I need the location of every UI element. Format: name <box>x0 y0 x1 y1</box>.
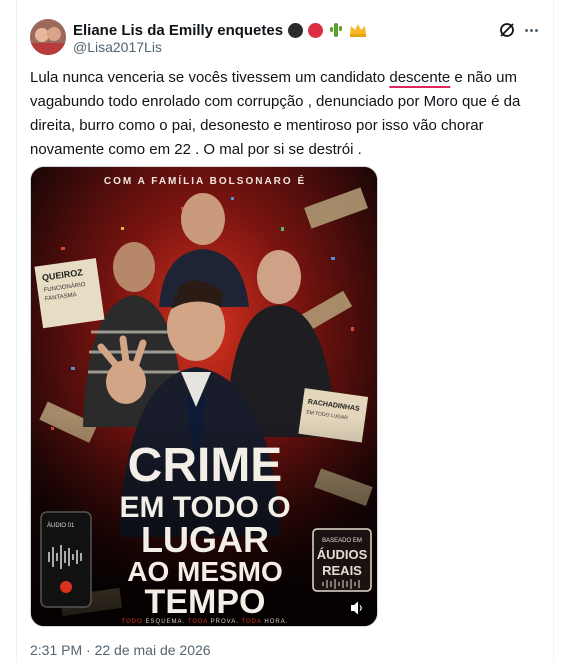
tweet-text-part-1: Lula nunca venceria se vocês tivessem um… <box>30 69 390 86</box>
red-circle-emoji <box>308 22 324 38</box>
tweet-text-misspelled: descente <box>389 69 451 86</box>
poster-title-line-3: LUGAR <box>141 519 269 560</box>
poster-tagline: COM A FAMÍLIA BOLSONARO É <box>104 174 306 187</box>
cactus-emoji <box>330 23 343 37</box>
author-row: Eliane Lis da Emilly enquetes <box>73 20 367 40</box>
black-circle-emoji <box>288 22 304 38</box>
avatar[interactable] <box>30 19 66 55</box>
badge-line-2: ÁUDIOS <box>317 547 368 562</box>
more-icon[interactable] <box>522 21 540 39</box>
handle[interactable]: @Lisa2017Lis <box>73 39 162 55</box>
poster-phone: ÁUDIO 01 <box>40 511 92 608</box>
display-name[interactable]: Eliane Lis da Emilly enquetes <box>73 22 283 39</box>
tweet-timestamp[interactable]: 2:31 PM · 22 de mai de 2026 <box>30 642 211 658</box>
badge-line-3: REAIS <box>322 563 362 578</box>
badge-line-1: BASEADO EM <box>322 538 362 544</box>
poster-badge: BASEADO EM ÁUDIOS REAIS <box>312 528 372 592</box>
poster-image[interactable]: QUEIROZ FUNCIONÁRIO FANTASMA RACHADINHAS… <box>30 166 378 627</box>
tweet-text: Lula nunca venceria se vocês tivessem um… <box>30 66 538 162</box>
poster-title-line-1: CRIME <box>128 439 283 492</box>
poster-title-line-5: TEMPO <box>145 583 266 621</box>
volume-icon[interactable] <box>346 597 368 619</box>
crown-emoji <box>350 24 367 37</box>
document-left: QUEIROZ FUNCIONÁRIO FANTASMA <box>34 258 105 329</box>
poster-bottom-line: TODO ESQUEMA. TODA PROVA. TODA HORA. <box>122 619 289 625</box>
grok-icon[interactable] <box>498 21 516 39</box>
phone-label: ÁUDIO 01 <box>47 522 75 529</box>
